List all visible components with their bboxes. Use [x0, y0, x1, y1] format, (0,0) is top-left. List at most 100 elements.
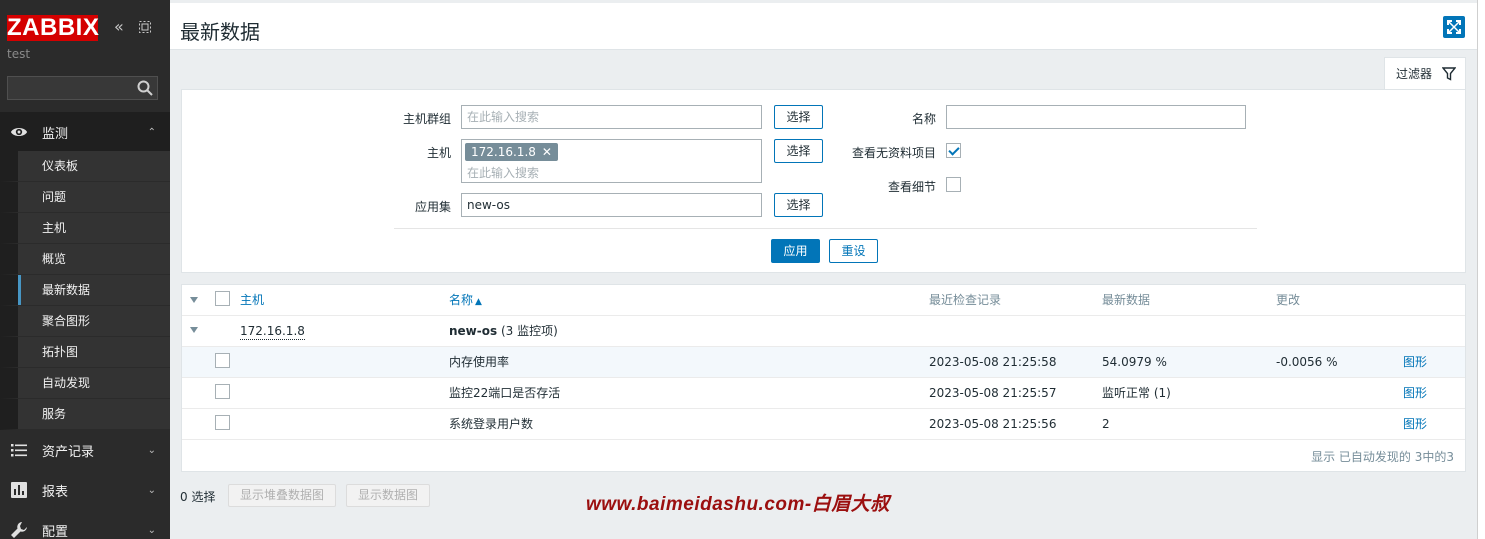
table-footer: 显示 已自动发现的 3中的3: [1311, 450, 1454, 464]
graph-link[interactable]: 图形: [1403, 409, 1427, 439]
item-last-value: 2: [1102, 417, 1110, 431]
menu-inventory[interactable]: 资产记录 ⌄: [0, 430, 170, 470]
eye-icon: [10, 127, 28, 137]
window-edge: [1477, 0, 1485, 539]
collapse-all-icon[interactable]: [190, 297, 198, 303]
select-all-checkbox[interactable]: [215, 291, 230, 306]
server-name: test: [7, 47, 31, 61]
item-last-value: 监听正常 (1): [1102, 386, 1171, 400]
table-row: 监控22端口是否存活 2023-05-08 21:25:57 监听正常 (1) …: [182, 378, 1465, 409]
menu-reports[interactable]: 报表 ⌄: [0, 470, 170, 510]
column-last-value: 最新数据: [1102, 293, 1151, 307]
filter-tab-label: 过滤器: [1396, 67, 1433, 81]
chevron-up-icon: ⌃: [147, 126, 156, 138]
sidebar-item-dashboard[interactable]: 仪表板: [0, 151, 170, 182]
host-group-input[interactable]: 在此输入搜索: [461, 105, 762, 129]
group-application: new-os (3 监控项): [449, 316, 558, 346]
host-input[interactable]: 172.16.1.8 ✕ 在此输入搜索: [461, 139, 762, 183]
search-icon[interactable]: [136, 79, 154, 97]
sidebar-item-overview[interactable]: 概览: [0, 244, 170, 275]
name-input[interactable]: [946, 105, 1246, 129]
graph-button[interactable]: 显示数据图: [346, 484, 430, 507]
host-select-button[interactable]: 选择: [774, 139, 823, 163]
menu-inventory-label: 资产记录: [42, 444, 95, 460]
row-checkbox[interactable]: [215, 353, 230, 368]
host-group-label: 主机群组: [402, 112, 451, 126]
monitoring-submenu: 仪表板 问题 主机 概览 最新数据 聚合图形 拓扑图 自动发现 服务: [0, 151, 170, 430]
compact-view-icon[interactable]: [138, 16, 152, 40]
column-host[interactable]: 主机: [240, 285, 264, 315]
sidebar-item-services[interactable]: 服务: [0, 399, 170, 430]
group-host-label: 172.16.1.8: [240, 324, 305, 340]
graph-link[interactable]: 图形: [1403, 378, 1427, 408]
host-placeholder: 在此输入搜索: [467, 166, 540, 180]
show-no-data-label: 查看无资料项目: [851, 146, 936, 160]
collapse-sidebar-icon[interactable]: «: [114, 16, 124, 38]
sidebar-item-discovery[interactable]: 自动发现: [0, 368, 170, 399]
menu-monitoring-label: 监测: [42, 126, 69, 142]
sidebar-item-latest-data[interactable]: 最新数据: [0, 275, 170, 306]
reset-button[interactable]: 重设: [829, 239, 878, 263]
item-name: 内存使用率: [449, 355, 510, 369]
show-details-checkbox[interactable]: [946, 177, 961, 192]
sidebar-item-problems[interactable]: 问题: [0, 182, 170, 213]
column-change: 更改: [1276, 293, 1301, 307]
filter-panel: 主机群组 在此输入搜索 选择 主机 172.16.1.8 ✕ 在此输入搜索 选择 …: [181, 89, 1466, 273]
menu-configuration[interactable]: 配置 ⌄: [0, 510, 170, 539]
table-header-row: 主机 名称 ▲ 最近检查记录 最新数据 更改: [182, 285, 1465, 316]
bar-chart-icon: [11, 482, 27, 498]
column-last-check: 最近检查记录: [929, 293, 1002, 307]
chevron-down-icon: ⌄: [147, 484, 156, 496]
table-row: 系统登录用户数 2023-05-08 21:25:56 2 图形: [182, 409, 1465, 440]
application-input[interactable]: new-os: [461, 193, 762, 217]
name-label: 名称: [911, 112, 936, 126]
row-checkbox[interactable]: [215, 415, 230, 430]
host-group-select-button[interactable]: 选择: [774, 105, 823, 129]
host-tag: 172.16.1.8 ✕: [465, 143, 558, 161]
sidebar-item-screens[interactable]: 聚合图形: [0, 306, 170, 337]
host-tag-label: 172.16.1.8: [471, 145, 536, 159]
item-last-check: 2023-05-08 21:25:57: [929, 386, 1057, 400]
filter-tab[interactable]: 过滤器: [1384, 57, 1466, 89]
page-title: 最新数据: [180, 20, 260, 44]
selected-count: 0 选择: [180, 490, 216, 504]
sidebar-item-maps[interactable]: 拓扑图: [0, 337, 170, 368]
sidebar-item-hosts[interactable]: 主机: [0, 213, 170, 244]
application-select-button[interactable]: 选择: [774, 193, 823, 217]
application-label: 应用集: [414, 200, 451, 214]
stacked-graph-button[interactable]: 显示堆叠数据图: [228, 484, 336, 507]
row-checkbox[interactable]: [215, 384, 230, 399]
item-change: -0.0056 %: [1276, 355, 1338, 369]
graph-link[interactable]: 图形: [1403, 347, 1427, 377]
group-app-label: new-os: [449, 324, 498, 338]
menu-configuration-label: 配置: [42, 524, 69, 539]
page-header: 最新数据: [170, 3, 1477, 50]
show-details-label: 查看细节: [887, 180, 936, 194]
filter-divider: [394, 228, 1257, 229]
column-name-label: 名称: [449, 293, 474, 307]
remove-tag-icon[interactable]: ✕: [542, 145, 552, 159]
collapse-group-icon[interactable]: [190, 327, 198, 333]
group-host[interactable]: 172.16.1.8: [240, 316, 305, 346]
main-content: 最新数据 过滤器 主机群组 在此输入搜索 选择 主机 172.16.1.8 ✕ 在…: [170, 0, 1477, 539]
chevron-down-icon: ⌄: [147, 524, 156, 536]
latest-data-table: 主机 名称 ▲ 最近检查记录 最新数据 更改 172.16.1.8 new-os …: [181, 284, 1466, 472]
item-name: 监控22端口是否存活: [449, 386, 561, 400]
group-row: 172.16.1.8 new-os (3 监控项): [182, 316, 1465, 347]
chevron-down-icon: ⌄: [147, 444, 156, 456]
apply-button[interactable]: 应用: [771, 239, 820, 263]
show-no-data-checkbox[interactable]: [946, 143, 961, 158]
item-last-check: 2023-05-08 21:25:58: [929, 355, 1057, 369]
menu-reports-label: 报表: [42, 484, 69, 500]
fullscreen-button[interactable]: [1443, 16, 1465, 38]
wrench-icon: [11, 522, 27, 538]
item-last-check: 2023-05-08 21:25:56: [929, 417, 1057, 431]
item-name: 系统登录用户数: [449, 417, 534, 431]
menu-monitoring[interactable]: 监测 ⌃: [0, 112, 170, 152]
item-last-value: 54.0979 %: [1102, 355, 1167, 369]
filter-icon: [1442, 66, 1457, 81]
zabbix-logo[interactable]: ZABBIX: [7, 15, 99, 41]
sidebar: ZABBIX « test 监测 ⌃ 仪表板 问题 主机 概览 最新数据 聚合图…: [0, 0, 170, 539]
group-count: (3 监控项): [500, 324, 558, 338]
column-name[interactable]: 名称 ▲: [449, 285, 482, 315]
